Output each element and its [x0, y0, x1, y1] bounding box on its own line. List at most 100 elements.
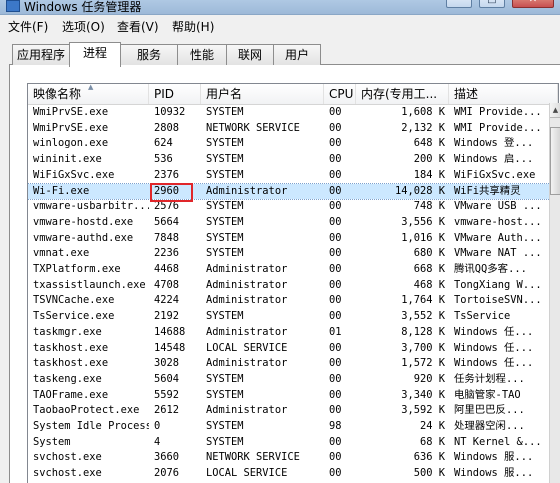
cell-description: 任务计划程... — [454, 372, 525, 385]
process-row[interactable]: vmware-usbarbitr... 2576 SYSTEM 00 748 K VMwa… — [28, 199, 558, 215]
process-row[interactable]: Wi-Fi.exe 2960 Administrator 00 14,028 K WiFi… — [28, 182, 558, 201]
cell-description: 电脑管家-TAO — [454, 388, 521, 401]
cell-image-name: vmware-authd.exe — [33, 231, 134, 244]
process-row[interactable]: WmiPrvSE.exe 2808 NETWORK SERVICE 00 2,132 K… — [28, 121, 558, 137]
cell-description: 腾讯QQ多客... — [454, 263, 527, 275]
process-row[interactable]: taskhost.exe 3028 Administrator 00 1,572 K Wi… — [28, 356, 558, 372]
cell-cpu: 00 — [329, 200, 342, 213]
process-row[interactable]: TXPlatform.exe 4468 Administrator 00 668 K 腾讯… — [28, 262, 558, 278]
cell-pid: 4 — [154, 435, 161, 448]
cell-pid: 10932 — [154, 106, 186, 118]
scroll-thumb[interactable] — [550, 127, 560, 195]
cell-description: TongXiang W... — [454, 278, 542, 291]
cell-description: Windows 任... — [454, 357, 534, 370]
vertical-scrollbar[interactable]: ▲ — [549, 103, 560, 483]
cell-cpu: 00 — [329, 357, 342, 370]
cell-user-name: NETWORK SERVICE — [206, 451, 300, 464]
cell-user-name: SYSTEM — [206, 106, 244, 118]
tab-applications[interactable]: 应用程序 — [12, 44, 70, 65]
cell-pid: 4468 — [154, 263, 180, 275]
process-row[interactable]: taskeng.exe 5604 SYSTEM 00 920 K 任务计划程... — [28, 372, 558, 388]
cell-cpu: 00 — [329, 388, 342, 401]
tab-users[interactable]: 用户 — [273, 44, 321, 65]
cell-description: Windows 任... — [454, 341, 534, 354]
cell-memory: 1,572 K — [401, 357, 445, 370]
process-list[interactable]: 映像名称 ▲ PID 用户名 CPU 内存(专用工... 描述 WmiPrvSE… — [27, 83, 559, 483]
cell-image-name: TSVNCache.exe — [33, 294, 115, 307]
maximize-button[interactable]: □ — [478, 0, 505, 8]
cell-image-name: TsService.exe — [33, 310, 115, 323]
cell-image-name: taskeng.exe — [33, 372, 102, 385]
process-row[interactable]: vmnat.exe 2236 SYSTEM 00 680 K VMware NAT ... — [28, 246, 558, 262]
cell-description: 处理器空闲... — [454, 420, 525, 432]
pid-highlight-box — [150, 183, 193, 202]
cell-image-name: System Idle Process — [33, 420, 149, 432]
cell-cpu: 00 — [329, 168, 342, 181]
cell-image-name: vmnat.exe — [33, 247, 90, 260]
process-row[interactable]: WiFiGxSvc.exe 2376 SYSTEM 00 184 K WiFiGxSvc.… — [28, 168, 558, 184]
cell-cpu: 00 — [329, 121, 342, 134]
menu-help[interactable]: 帮助(H) — [172, 18, 214, 35]
cell-memory: 2,132 K — [401, 121, 445, 134]
scroll-up-icon[interactable]: ▲ — [550, 103, 560, 118]
column-pid[interactable]: PID — [149, 84, 201, 104]
tab-services[interactable]: 服务 — [120, 44, 178, 65]
column-user-name[interactable]: 用户名 — [201, 84, 324, 104]
tab-performance[interactable]: 性能 — [177, 44, 227, 65]
process-row[interactable]: TsService.exe 2192 SYSTEM 00 3,552 K TsServic… — [28, 309, 558, 325]
task-manager-window: Windows 任务管理器 – □ ✕ 文件(F) 选项(O) 查看(V) 帮助… — [0, 0, 560, 483]
menu-view[interactable]: 查看(V) — [117, 18, 159, 35]
cell-cpu: 00 — [329, 341, 342, 354]
cell-image-name: vmware-usbarbitr... — [33, 200, 149, 213]
cell-memory: 184 K — [413, 168, 445, 181]
cell-image-name: WmiPrvSE.exe — [33, 106, 109, 118]
process-row[interactable]: svchost.exe 3660 NETWORK SERVICE 00 636 K Win… — [28, 450, 558, 466]
menu-bar: 文件(F) 选项(O) 查看(V) 帮助(H) — [0, 15, 560, 35]
cell-description: WMI Provide... — [454, 121, 542, 134]
cell-memory: 3,592 K — [401, 404, 445, 417]
tab-networking[interactable]: 联网 — [226, 44, 274, 65]
cell-description: Windows 登... — [454, 137, 534, 150]
title-bar[interactable]: Windows 任务管理器 – □ ✕ — [0, 0, 560, 15]
process-row[interactable]: TAOFrame.exe 5592 SYSTEM 00 3,340 K 电脑管家-TAO — [28, 388, 558, 404]
process-row[interactable]: TaobaoProtect.exe 2612 Administrator 00 3,59… — [28, 403, 558, 419]
cell-cpu: 00 — [329, 467, 342, 480]
menu-options[interactable]: 选项(O) — [62, 18, 105, 35]
cell-image-name: WiFiGxSvc.exe — [33, 168, 115, 181]
process-row[interactable]: svchost.exe 2076 LOCAL SERVICE 00 500 K Windo… — [28, 466, 558, 482]
cell-cpu: 00 — [329, 215, 342, 228]
process-row[interactable]: TSVNCache.exe 4224 Administrator 00 1,764 K T… — [28, 293, 558, 309]
process-row[interactable]: System 4 SYSTEM 00 68 K NT Kernel &... — [28, 435, 558, 451]
minimize-button[interactable]: – — [445, 0, 472, 8]
column-memory[interactable]: 内存(专用工... — [356, 84, 449, 104]
cell-user-name: Administrator — [206, 263, 288, 275]
cell-image-name: taskhost.exe — [33, 357, 109, 370]
process-row[interactable]: taskhost.exe 14548 LOCAL SERVICE 00 3,700 K W… — [28, 341, 558, 357]
cell-memory: 14,028 K — [394, 184, 445, 197]
column-description[interactable]: 描述 — [449, 84, 558, 104]
process-row[interactable]: System Idle Process 0 SYSTEM 98 24 K 处理器空闲... — [28, 419, 558, 435]
close-button[interactable]: ✕ — [512, 0, 554, 8]
process-row[interactable]: vmware-authd.exe 7848 SYSTEM 00 1,016 K VMwar… — [28, 231, 558, 247]
cell-description: VMware NAT ... — [454, 247, 542, 260]
cell-description: NT Kernel &... — [454, 435, 542, 448]
cell-cpu: 00 — [329, 435, 342, 448]
cell-cpu: 00 — [329, 372, 342, 385]
process-row[interactable]: vmware-hostd.exe 5664 SYSTEM 00 3,556 K vmwar… — [28, 215, 558, 231]
process-row[interactable]: winlogon.exe 624 SYSTEM 00 648 K Windows 登... — [28, 136, 558, 152]
cell-user-name: SYSTEM — [206, 420, 244, 432]
process-row[interactable]: WmiPrvSE.exe 10932 SYSTEM 00 1,608 K WMI Prov… — [28, 105, 558, 121]
menu-file[interactable]: 文件(F) — [8, 18, 48, 35]
sort-indicator-icon: ▲ — [88, 84, 94, 91]
cell-memory: 200 K — [413, 153, 445, 166]
process-row[interactable]: wininit.exe 536 SYSTEM 00 200 K Windows 启... — [28, 152, 558, 168]
cell-image-name: TaobaoProtect.exe — [33, 404, 140, 417]
column-cpu[interactable]: CPU — [324, 84, 356, 104]
process-row[interactable]: txassistlaunch.exe 4708 Administrator 00 468… — [28, 278, 558, 294]
process-row[interactable]: taskmgr.exe 14688 Administrator 01 8,128 K Wi… — [28, 325, 558, 341]
column-image-name[interactable]: 映像名称 ▲ — [28, 84, 149, 104]
cell-cpu: 00 — [329, 247, 342, 260]
cell-cpu: 00 — [329, 294, 342, 307]
cell-memory: 3,340 K — [401, 388, 445, 401]
tab-processes[interactable]: 进程 — [69, 42, 121, 67]
